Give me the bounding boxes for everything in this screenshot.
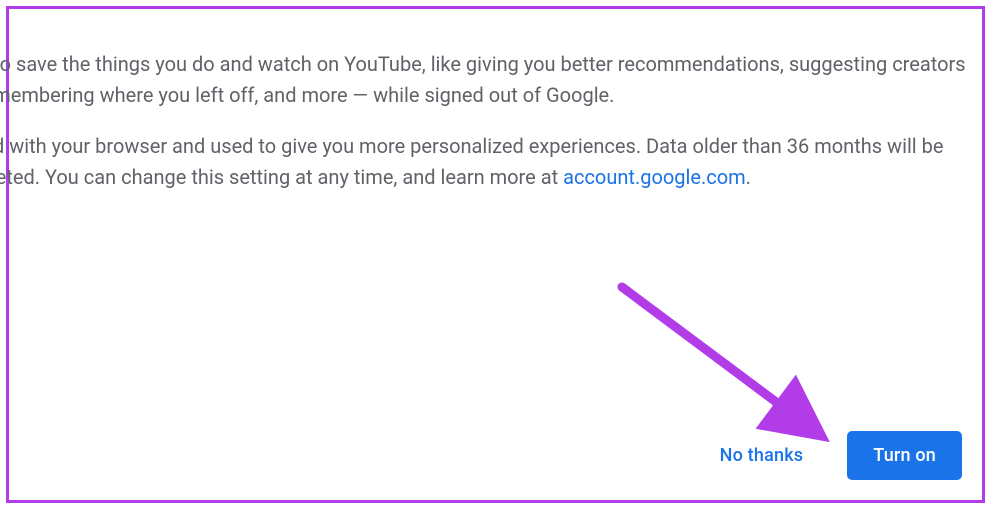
account-link[interactable]: account.google.com (563, 165, 746, 189)
description-text-2a: This data is saved with your browser and… (0, 134, 943, 189)
description-paragraph-1: Choose whether to save the things you do… (0, 49, 974, 111)
description-text-2b: . (746, 165, 751, 189)
dialog-body: Choose whether to save the things you do… (0, 49, 974, 213)
annotation-arrow-icon (614, 279, 844, 454)
no-thanks-button[interactable]: No thanks (694, 431, 830, 480)
description-paragraph-2: This data is saved with your browser and… (0, 131, 974, 193)
turn-on-button[interactable]: Turn on (847, 431, 962, 480)
dialog-frame: Choose whether to save the things you do… (6, 6, 985, 503)
description-text-1: Choose whether to save the things you do… (0, 52, 966, 107)
dialog-actions: No thanks Turn on (694, 431, 962, 480)
